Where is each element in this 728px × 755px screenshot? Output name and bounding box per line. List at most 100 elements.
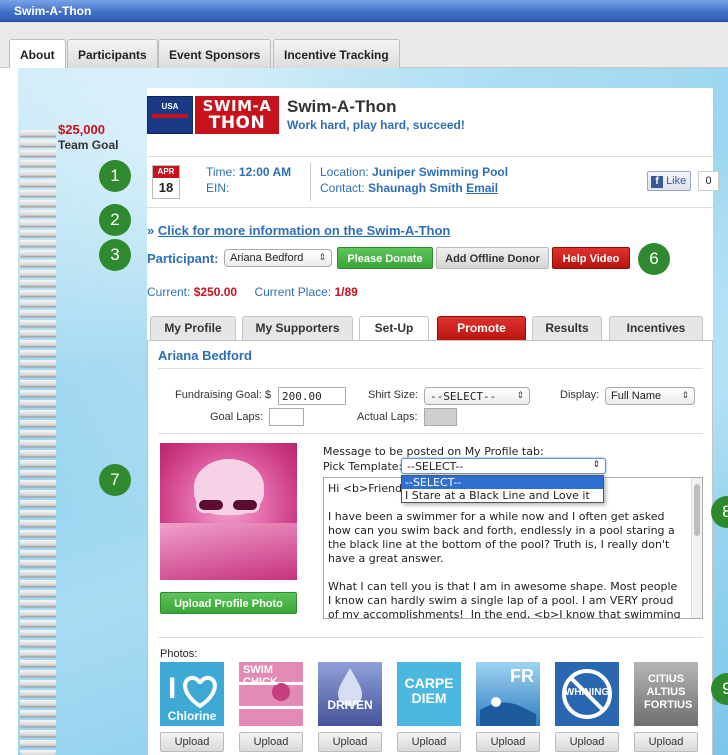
- add-offline-donor-button[interactable]: Add Offline Donor: [436, 247, 549, 269]
- callout-6: 6: [638, 243, 670, 275]
- team-goal-label: Team Goal: [58, 138, 119, 152]
- swim-a-thon-wordmark: SWIM-A THON: [195, 96, 279, 134]
- fundraising-goal-label: Fundraising Goal: $: [175, 389, 271, 401]
- badge-swim-chick[interactable]: SWIM CHICK: [239, 662, 303, 726]
- badge-carpe-diem[interactable]: CARPE DIEM: [397, 662, 461, 726]
- facebook-like-button[interactable]: f Like: [647, 171, 691, 191]
- participant-label: Participant:: [147, 251, 219, 266]
- please-donate-button[interactable]: Please Donate: [337, 247, 433, 269]
- template-select[interactable]: --SELECT-- ⇕: [401, 458, 606, 474]
- current-amount: $250.00: [193, 285, 238, 299]
- template-option[interactable]: --SELECT--: [402, 476, 603, 489]
- select-arrow-icon: ⇕: [681, 390, 689, 400]
- thermometer-coil: [20, 130, 56, 755]
- actual-laps-input: [424, 408, 457, 426]
- pick-template-label: Pick Template:: [323, 460, 403, 473]
- upload-profile-photo-button[interactable]: Upload Profile Photo: [160, 592, 297, 614]
- contact-email-link[interactable]: Email: [466, 181, 498, 195]
- divider: [158, 368, 703, 369]
- shirt-size-label: Shirt Size:: [368, 389, 419, 401]
- profile-tabs: My Profile My Supporters Set-Up Promote …: [147, 316, 713, 341]
- facebook-icon: f: [651, 176, 663, 188]
- upload-badge-button[interactable]: Upload: [160, 732, 224, 752]
- swim-a-thon-logo: USA SWIM-A THON: [147, 96, 279, 134]
- tab-results[interactable]: Results: [532, 316, 602, 340]
- callout-1: 1: [99, 160, 131, 192]
- goggle-right: [230, 497, 260, 513]
- current-stats: Current: $250.00 Current Place: 1/89: [147, 285, 358, 299]
- event-day: 18: [158, 180, 174, 195]
- tab-my-profile[interactable]: My Profile: [150, 316, 236, 340]
- swimmer-arm: [160, 523, 297, 580]
- calendar-icon: APR 18: [152, 165, 180, 199]
- select-arrow-icon: ⇕: [318, 252, 326, 262]
- photos-label: Photos:: [160, 648, 198, 660]
- event-time: Time: 12:00 AM: [206, 165, 292, 179]
- tab-participants[interactable]: Participants: [67, 39, 158, 68]
- event-month: APR: [153, 166, 179, 178]
- profile-photo: [160, 443, 297, 580]
- upload-badge-button[interactable]: Upload: [239, 732, 303, 752]
- participant-name: Ariana Bedford: [158, 348, 252, 363]
- team-goal-amount: $25,000: [58, 122, 105, 137]
- event-ein: EIN:: [206, 181, 230, 195]
- info-divider: [310, 163, 311, 201]
- more-info: » Click for more information on the Swim…: [147, 223, 451, 238]
- window-title: Swim-A-Thon: [0, 0, 728, 22]
- event-contact: Contact: Shaunagh Smith Email: [320, 181, 499, 195]
- setup-panel: Ariana Bedford Fundraising Goal: $ 200.0…: [147, 340, 713, 755]
- badge-citius-altius-fortius[interactable]: CITIUS ALTIUS FORTIUS: [634, 662, 698, 726]
- participant-select[interactable]: Ariana Bedford ⇕: [224, 249, 332, 267]
- tab-set-up[interactable]: Set-Up: [359, 316, 429, 341]
- tab-event-sponsors[interactable]: Event Sponsors: [158, 39, 272, 68]
- more-info-link[interactable]: Click for more information on the Swim-A…: [158, 223, 451, 238]
- event-tagline: Work hard, play hard, succeed!: [287, 118, 465, 132]
- water-drop-icon: [338, 668, 362, 706]
- template-dropdown[interactable]: --SELECT-- I Stare at a Black Line and L…: [401, 475, 604, 503]
- tab-about[interactable]: About: [9, 39, 66, 68]
- event-location: Location: Juniper Swimming Pool: [320, 165, 509, 179]
- tab-promote[interactable]: Promote: [437, 316, 526, 340]
- tab-incentives[interactable]: Incentives: [609, 316, 703, 340]
- like-count: 0: [698, 171, 719, 191]
- participant-row: Participant: Ariana Bedford ⇕ Please Dona…: [147, 246, 713, 272]
- upload-badge-button[interactable]: Upload: [476, 732, 540, 752]
- goggle-left: [196, 497, 226, 513]
- select-arrow-icon: ⇕: [516, 390, 524, 400]
- event-panel: USA SWIM-A THON Swim-A-Thon Work hard, p…: [147, 88, 719, 755]
- svg-text:I: I: [168, 672, 176, 705]
- help-video-button[interactable]: Help Video: [552, 247, 630, 269]
- upload-badge-button[interactable]: Upload: [318, 732, 382, 752]
- goal-laps-input[interactable]: [269, 408, 304, 426]
- divider: [158, 637, 703, 638]
- upload-badge-button[interactable]: Upload: [634, 732, 698, 752]
- goal-laps-label: Goal Laps:: [210, 411, 264, 423]
- upload-badge-button[interactable]: Upload: [397, 732, 461, 752]
- textarea-scrollbar[interactable]: [691, 478, 702, 618]
- top-nav: About Participants Event Sponsors Incent…: [0, 22, 728, 68]
- usa-swimming-logo: USA: [147, 96, 193, 134]
- event-title: Swim-A-Thon: [287, 97, 397, 116]
- badge-driven[interactable]: DRIVEN: [318, 662, 382, 726]
- current-place: 1/89: [334, 285, 358, 299]
- display-select[interactable]: Full Name ⇕: [605, 387, 695, 405]
- callout-7: 7: [99, 464, 131, 496]
- divider: [158, 433, 703, 434]
- tab-incentive-tracking[interactable]: Incentive Tracking: [273, 39, 400, 68]
- message-label: Message to be posted on My Profile tab:: [323, 445, 544, 458]
- select-arrow-icon: ⇕: [592, 460, 600, 470]
- upload-badge-button[interactable]: Upload: [555, 732, 619, 752]
- tab-my-supporters[interactable]: My Supporters: [242, 316, 353, 340]
- fundraising-goal-input[interactable]: 200.00: [278, 387, 346, 405]
- shirt-size-select[interactable]: --SELECT-- ⇕: [424, 387, 530, 405]
- event-info: APR 18 Time: 12:00 AM EIN: Location: Jun…: [147, 156, 719, 208]
- badge-whining[interactable]: WHINING: [555, 662, 619, 726]
- display-label: Display:: [560, 389, 600, 401]
- callout-3: 3: [99, 239, 131, 271]
- callout-2: 2: [99, 204, 131, 236]
- actual-laps-label: Actual Laps:: [357, 411, 418, 423]
- template-option[interactable]: I Stare at a Black Line and Love it: [402, 489, 603, 502]
- badge-fr[interactable]: FR: [476, 662, 540, 726]
- scrollbar-thumb[interactable]: [694, 484, 700, 536]
- badge-chlorine[interactable]: I Chlorine: [160, 662, 224, 726]
